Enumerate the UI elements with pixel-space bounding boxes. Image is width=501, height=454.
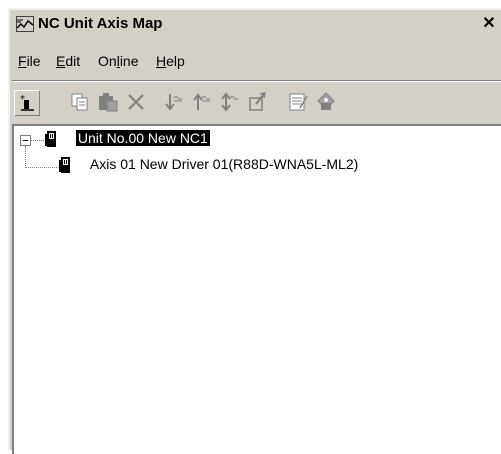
nc-unit-axis-map-window: NC Unit Axis Map ✕ File Edit Online Help… — [8, 8, 501, 454]
axis-tree-view[interactable]: Unit No.00 New NC1 Axis 01 New Driver 01… — [12, 124, 501, 454]
close-icon[interactable]: ✕ — [479, 14, 499, 34]
menu-help[interactable]: Help — [156, 53, 185, 69]
menu-bar: File Edit Online Help — [12, 50, 501, 74]
app-icon — [16, 16, 34, 32]
title-bar: NC Unit Axis Map ✕ — [12, 12, 501, 38]
tree-node-unit[interactable]: Unit No.00 New NC1 — [44, 130, 210, 150]
window-title: NC Unit Axis Map — [38, 15, 163, 32]
new-unit-button[interactable]: * — [14, 90, 40, 116]
driver-icon — [58, 156, 72, 174]
properties-icon — [286, 90, 312, 114]
toolbar: * — [12, 88, 501, 120]
menu-separator-highlight — [12, 81, 501, 82]
properties-button[interactable] — [286, 90, 312, 116]
paste-icon — [96, 90, 122, 114]
menu-file[interactable]: File — [18, 53, 41, 69]
monitor-button[interactable] — [314, 90, 340, 116]
copy-button[interactable] — [68, 90, 94, 116]
delete-button[interactable] — [124, 90, 150, 116]
transfer-icon — [246, 90, 272, 114]
tree-connector — [25, 167, 59, 168]
upload-button[interactable] — [190, 90, 216, 116]
transfer-button[interactable] — [246, 90, 272, 116]
unit-icon — [44, 130, 58, 148]
download-icon — [162, 90, 188, 114]
tree-node-unit-label[interactable]: Unit No.00 New NC1 — [75, 130, 210, 146]
tree-node-axis-label[interactable]: Axis 01 New Driver 01(R88D-WNA5L-ML2) — [90, 156, 358, 172]
monitor-icon — [314, 90, 340, 114]
copy-icon — [68, 90, 94, 114]
tree-collapse-toggle[interactable] — [20, 135, 31, 146]
delete-icon — [124, 90, 150, 114]
download-button[interactable] — [162, 90, 188, 116]
paste-button[interactable] — [96, 90, 122, 116]
menu-online[interactable]: Online — [98, 53, 139, 69]
upload-icon — [190, 90, 216, 114]
tree-connector — [25, 146, 26, 168]
tree-node-axis[interactable]: Axis 01 New Driver 01(R88D-WNA5L-ML2) — [58, 156, 358, 176]
compare-button[interactable] — [218, 90, 244, 116]
new-unit-icon: * — [15, 91, 39, 115]
compare-icon — [218, 90, 244, 114]
menu-edit[interactable]: Edit — [56, 53, 80, 69]
